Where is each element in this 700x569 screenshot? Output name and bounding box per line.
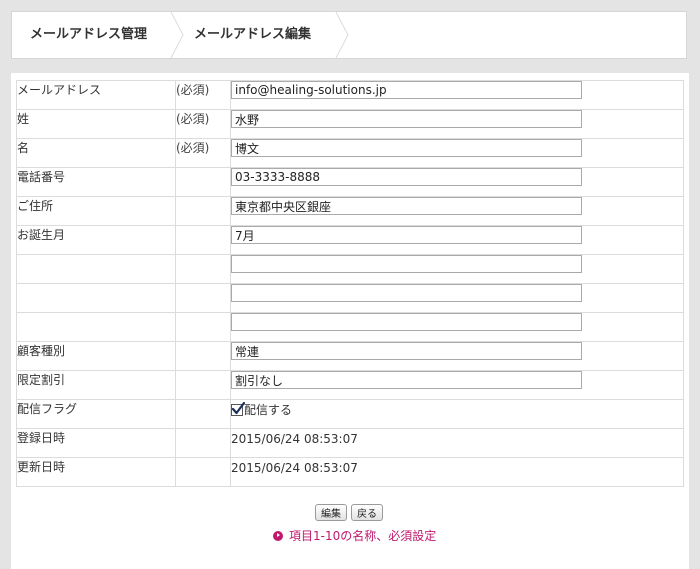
delivery-checkbox-text: 配信する: [244, 403, 293, 417]
field-label: ご住所: [16, 196, 176, 226]
birth-month-input[interactable]: [231, 226, 582, 244]
last-name-input[interactable]: [231, 110, 582, 128]
extra-field-3-input[interactable]: [231, 313, 582, 331]
checkmark-icon: [231, 401, 245, 414]
form-row-updated-at: 更新日時 2015/06/24 08:53:07: [16, 457, 684, 487]
form-row-address: ご住所: [16, 196, 684, 226]
phone-input[interactable]: [231, 168, 582, 186]
created-at-value: 2015/06/24 08:53:07: [231, 432, 358, 446]
breadcrumb-item-mail-management[interactable]: メールアドレス管理: [30, 12, 147, 58]
required-badge: (必須): [175, 109, 231, 139]
field-settings-link[interactable]: 項目1-10の名称、必須設定: [273, 527, 436, 544]
form-row-created-at: 登録日時 2015/06/24 08:53:07: [16, 428, 684, 458]
back-button[interactable]: 戻る: [351, 504, 383, 521]
field-label: メールアドレス: [16, 80, 176, 110]
delivery-checkbox[interactable]: [231, 401, 245, 416]
form-row-birth-month: お誕生月: [16, 225, 684, 255]
breadcrumb-separator-icon: [335, 12, 349, 58]
arrow-circle-icon: [273, 530, 283, 541]
field-settings-link-label: 項目1-10の名称、必須設定: [289, 529, 437, 543]
field-label: お誕生月: [16, 225, 176, 255]
form-row-customer-type: 顧客種別: [16, 341, 684, 371]
required-cell: [175, 225, 231, 255]
edit-button[interactable]: 編集: [315, 504, 347, 521]
edit-form-table: メールアドレス (必須) 姓 (必須) 名 (必須) 電話番号 ご住所: [16, 80, 684, 487]
form-row-last-name: 姓 (必須): [16, 109, 684, 139]
field-label: 配信フラグ: [16, 399, 176, 429]
required-badge: (必須): [175, 80, 231, 110]
required-cell: [175, 399, 231, 429]
required-cell: [175, 167, 231, 197]
form-row-discount: 限定割引: [16, 370, 684, 400]
field-label: [16, 283, 176, 313]
required-cell: [175, 370, 231, 400]
form-row-delivery-flag: 配信フラグ 配信する: [16, 399, 684, 429]
required-cell: [175, 341, 231, 371]
form-row-extra-3: [16, 312, 684, 342]
field-label: 名: [16, 138, 176, 168]
required-cell: [175, 196, 231, 226]
required-cell: [175, 457, 231, 487]
field-label: 登録日時: [16, 428, 176, 458]
address-input[interactable]: [231, 197, 582, 215]
required-cell: [175, 312, 231, 342]
email-input[interactable]: [231, 81, 582, 99]
action-buttons: 編集 戻る: [315, 504, 383, 521]
extra-field-1-input[interactable]: [231, 255, 582, 273]
extra-field-2-input[interactable]: [231, 284, 582, 302]
edit-panel: メールアドレス (必須) 姓 (必須) 名 (必須) 電話番号 ご住所: [11, 73, 689, 569]
customer-type-input[interactable]: [231, 342, 582, 360]
first-name-input[interactable]: [231, 139, 582, 157]
form-row-first-name: 名 (必須): [16, 138, 684, 168]
required-cell: [175, 283, 231, 313]
breadcrumb: メールアドレス管理 メールアドレス編集: [11, 11, 687, 59]
delivery-checkbox-label[interactable]: 配信する: [231, 400, 292, 418]
field-label: 限定割引: [16, 370, 176, 400]
discount-input[interactable]: [231, 371, 582, 389]
field-label: [16, 312, 176, 342]
form-row-extra-2: [16, 283, 684, 313]
updated-at-value: 2015/06/24 08:53:07: [231, 461, 358, 475]
form-row-phone: 電話番号: [16, 167, 684, 197]
field-label: 姓: [16, 109, 176, 139]
required-badge: (必須): [175, 138, 231, 168]
field-label: 更新日時: [16, 457, 176, 487]
required-cell: [175, 254, 231, 284]
form-row-extra-1: [16, 254, 684, 284]
breadcrumb-separator-icon: [170, 12, 184, 58]
field-label: [16, 254, 176, 284]
form-row-email: メールアドレス (必須): [16, 80, 684, 110]
breadcrumb-item-mail-edit: メールアドレス編集: [194, 27, 312, 42]
field-label: 電話番号: [16, 167, 176, 197]
field-label: 顧客種別: [16, 341, 176, 371]
required-cell: [175, 428, 231, 458]
